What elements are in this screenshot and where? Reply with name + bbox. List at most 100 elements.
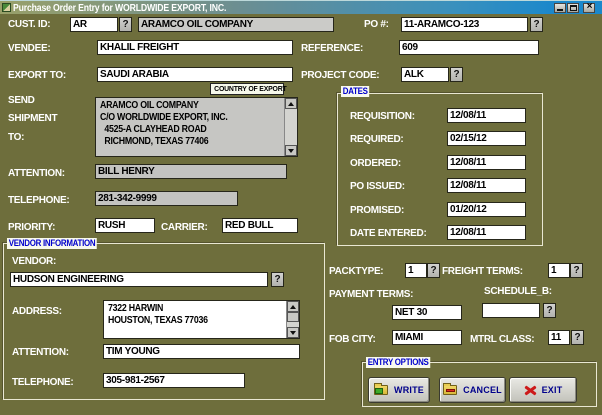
vendor-information-group-title: VENDOR INFORMATION [7, 238, 97, 249]
country-of-export-tooltip: COUNTRY OF EXPORT [210, 83, 284, 95]
address-scroll-down-button[interactable] [287, 327, 299, 338]
cancel-button[interactable]: CANCEL [439, 377, 506, 403]
required-field[interactable]: 02/15/12 [447, 131, 526, 146]
cancel-button-label: CANCEL [463, 385, 502, 395]
app-icon [2, 3, 11, 12]
required-label: REQUIRED: [350, 134, 403, 145]
requisition-field[interactable]: 12/08/11 [447, 108, 526, 123]
cust-id-field[interactable]: AR [70, 17, 118, 32]
po-issued-label: PO ISSUED: [350, 181, 405, 192]
country-of-export-tooltip-text: COUNTRY OF EXPORT [214, 84, 286, 94]
mtrl-class-label: MTRL CLASS: [470, 334, 534, 345]
packtype-field[interactable]: 1 [405, 263, 427, 278]
address-label: ADDRESS: [12, 306, 62, 317]
address-line-1: 7322 HARWIN [108, 303, 263, 315]
schedule-b-label: SCHEDULE_B: [484, 286, 552, 297]
requisition-label: REQUISITION: [350, 111, 415, 122]
write-button[interactable]: WRITE [368, 377, 430, 403]
date-entered-field[interactable]: 12/08/11 [447, 225, 526, 240]
project-code-label: PROJECT CODE: [301, 70, 379, 81]
minimize-icon [557, 9, 563, 11]
ordered-field[interactable]: 12/08/11 [447, 155, 526, 170]
attention-label: ATTENTION: [8, 168, 65, 179]
project-code-field[interactable]: ALK [401, 67, 449, 82]
po-number-field[interactable]: 11-ARAMCO-123 [401, 17, 528, 32]
freight-terms-field[interactable]: 1 [548, 263, 570, 278]
address-scroll-up-button[interactable] [287, 301, 299, 312]
write-folder-icon [374, 385, 388, 395]
address-line-2: HOUSTON, TEXAS 77036 [108, 315, 263, 327]
cancel-folder-icon [443, 385, 457, 395]
purchase-order-window: Purchase Order Entry for WORLDWIDE EXPOR… [0, 0, 602, 415]
vendor-telephone-field[interactable]: 305-981-2567 [103, 373, 245, 388]
maximize-button[interactable] [567, 3, 579, 13]
date-entered-label: DATE ENTERED: [350, 228, 426, 239]
po-number-label: PO #: [364, 19, 389, 30]
up-arrow-icon [290, 305, 296, 309]
fob-city-label: FOB CITY: [329, 334, 376, 345]
telephone-field[interactable]: 281-342-9999 [95, 191, 238, 206]
send-label-3: TO: [8, 132, 24, 143]
exit-x-icon [524, 385, 536, 395]
export-to-field[interactable]: SAUDI ARABIA [97, 67, 293, 82]
down-arrow-icon [290, 331, 296, 335]
ship-to-line-3: 4525-A CLAYHEAD ROAD [100, 124, 260, 136]
entry-options-group-title: ENTRY OPTIONS [366, 357, 430, 368]
carrier-label: CARRIER: [161, 222, 208, 233]
address-scrollbar[interactable] [286, 301, 299, 338]
address-text: 7322 HARWIN HOUSTON, TEXAS 77036 [108, 303, 284, 327]
window-title: Purchase Order Entry for WORLDWIDE EXPOR… [13, 3, 226, 14]
ship-to-line-1: ARAMCO OIL COMPANY [100, 100, 260, 112]
vendor-attention-field[interactable]: TIM YOUNG [103, 344, 300, 359]
close-x-icon: × [584, 3, 595, 11]
attention-field[interactable]: BILL HENRY [95, 164, 287, 179]
telephone-label: TELEPHONE: [8, 195, 69, 206]
address-scrollbar-thumb[interactable] [287, 312, 299, 322]
packtype-lookup-button[interactable]: ? [427, 263, 440, 278]
vendor-field[interactable]: HUDSON ENGINEERING [10, 272, 268, 287]
carrier-field[interactable]: RED BULL [222, 218, 298, 233]
schedule-b-lookup-button[interactable]: ? [543, 303, 556, 318]
vendee-label: VENDEE: [8, 43, 50, 54]
mtrl-class-lookup-button[interactable]: ? [571, 330, 584, 345]
packtype-label: PACKTYPE: [329, 266, 383, 277]
down-arrow-icon [288, 149, 294, 153]
po-issued-field[interactable]: 12/08/11 [447, 178, 526, 193]
exit-button-label: EXIT [542, 385, 563, 395]
title-bar: Purchase Order Entry for WORLDWIDE EXPOR… [0, 0, 602, 14]
priority-field[interactable]: RUSH [95, 218, 155, 233]
ship-to-field[interactable]: ARAMCO OIL COMPANY C/O WORLDWIDE EXPORT,… [95, 97, 298, 157]
address-field[interactable]: 7322 HARWIN HOUSTON, TEXAS 77036 [103, 300, 300, 339]
freight-terms-lookup-button[interactable]: ? [570, 263, 583, 278]
mtrl-class-field[interactable]: 11 [548, 330, 570, 345]
payment-terms-field[interactable]: NET 30 [392, 305, 462, 320]
cust-name-field[interactable]: ARAMCO OIL COMPANY [138, 17, 334, 32]
ship-to-scroll-down-button[interactable] [285, 145, 297, 156]
fob-city-field[interactable]: MIAMI [392, 330, 462, 345]
ship-to-scrollbar[interactable] [284, 98, 297, 156]
send-label-1: SEND [8, 95, 35, 106]
up-arrow-icon [288, 102, 294, 106]
freight-terms-label: FREIGHT TERMS: [442, 266, 523, 277]
exit-button[interactable]: EXIT [509, 377, 577, 403]
ship-to-scroll-up-button[interactable] [285, 98, 297, 109]
reference-field[interactable]: 609 [399, 40, 539, 55]
vendee-field[interactable]: KHALIL FREIGHT [97, 40, 293, 55]
promised-field[interactable]: 01/20/12 [447, 202, 526, 217]
priority-label: PRIORITY: [8, 222, 55, 233]
export-to-label: EXPORT TO: [8, 70, 66, 81]
ship-to-line-4: RICHMOND, TEXAS 77406 [100, 136, 260, 148]
close-button[interactable]: × [583, 3, 595, 13]
vendor-attention-label: ATTENTION: [12, 347, 69, 358]
ordered-label: ORDERED: [350, 158, 401, 169]
cust-id-lookup-button[interactable]: ? [119, 17, 132, 32]
minimize-button[interactable] [554, 3, 566, 13]
vendor-lookup-button[interactable]: ? [271, 272, 284, 287]
po-number-lookup-button[interactable]: ? [530, 17, 543, 32]
payment-terms-label: PAYMENT TERMS: [329, 289, 413, 300]
maximize-icon [570, 5, 577, 11]
vendor-telephone-label: TELEPHONE: [12, 377, 73, 388]
schedule-b-field[interactable] [482, 303, 540, 318]
project-code-lookup-button[interactable]: ? [450, 67, 463, 82]
send-label-2: SHIPMENT [8, 113, 57, 124]
